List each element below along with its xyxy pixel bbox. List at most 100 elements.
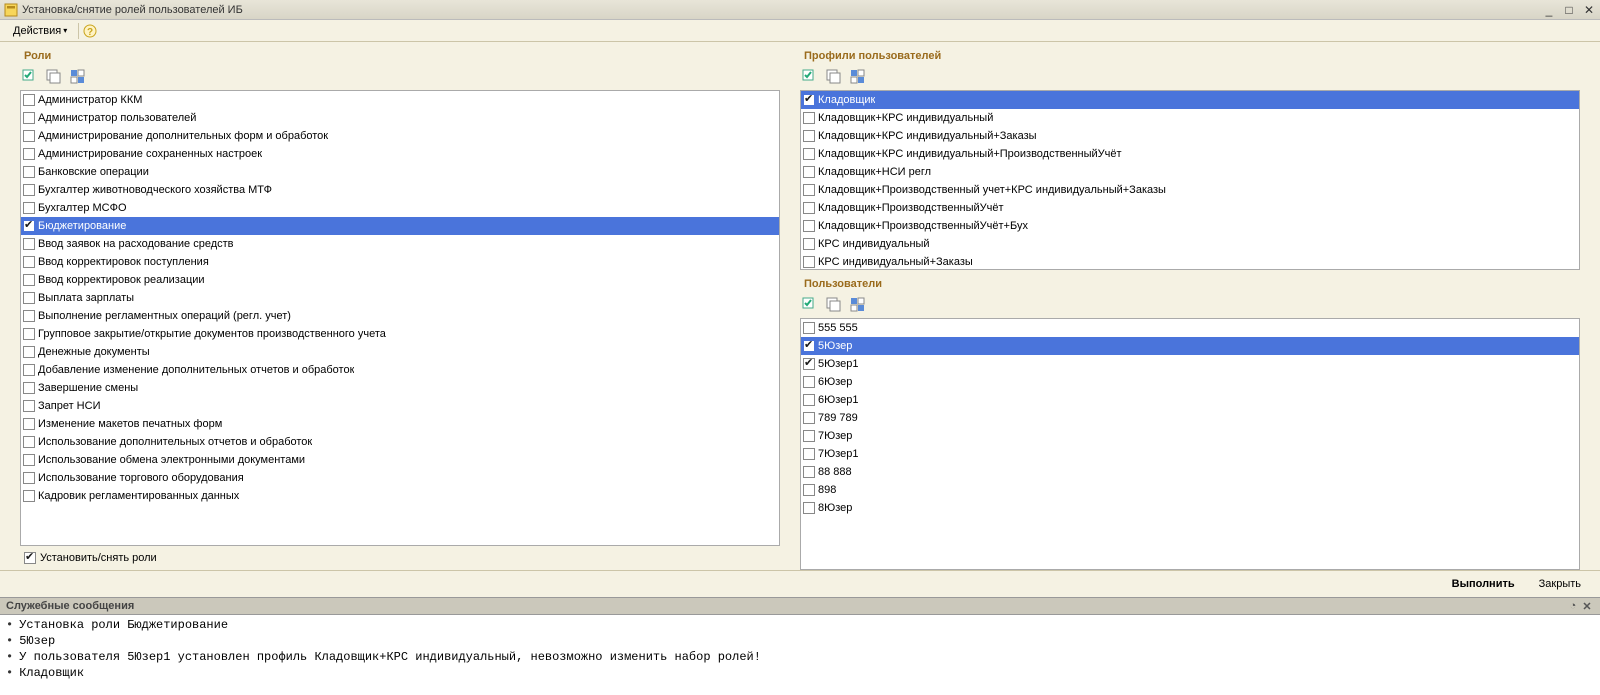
roles-list[interactable]: Администратор ККМАдминистратор пользоват… (20, 90, 780, 546)
role-checkbox[interactable] (23, 220, 35, 232)
user-row[interactable]: 6Юзер1 (801, 391, 1579, 409)
role-checkbox[interactable] (23, 292, 35, 304)
user-row[interactable]: 8Юзер (801, 499, 1579, 517)
invert-icon[interactable] (848, 68, 868, 86)
messages-gear-icon[interactable]: ◔ (1566, 600, 1580, 612)
close-icon[interactable]: ✕ (1582, 3, 1596, 17)
profile-checkbox[interactable] (803, 148, 815, 160)
profile-checkbox[interactable] (803, 112, 815, 124)
profile-row[interactable]: Кладовщик+ПроизводственныйУчёт+Бух (801, 217, 1579, 235)
role-row[interactable]: Бухгалтер животноводческого хозяйства МТ… (21, 181, 779, 199)
profile-checkbox[interactable] (803, 256, 815, 268)
role-checkbox[interactable] (23, 454, 35, 466)
role-checkbox[interactable] (23, 130, 35, 142)
users-list[interactable]: 555 5555Юзер5Юзер16Юзер6Юзер1789 7897Юзе… (800, 318, 1580, 570)
role-row[interactable]: Завершение смены (21, 379, 779, 397)
check-all-icon[interactable] (800, 68, 820, 86)
role-checkbox[interactable] (23, 166, 35, 178)
profile-checkbox[interactable] (803, 94, 815, 106)
minimize-icon[interactable]: _ (1542, 3, 1556, 17)
user-checkbox[interactable] (803, 466, 815, 478)
role-checkbox[interactable] (23, 382, 35, 394)
close-button[interactable]: Закрыть (1530, 575, 1590, 593)
role-row[interactable]: Выполнение регламентных операций (регл. … (21, 307, 779, 325)
user-row[interactable]: 898 (801, 481, 1579, 499)
user-row[interactable]: 5Юзер (801, 337, 1579, 355)
profile-row[interactable]: Кладовщик+НСИ регл (801, 163, 1579, 181)
user-checkbox[interactable] (803, 448, 815, 460)
profile-row[interactable]: Кладовщик+КРС индивидуальный+Производств… (801, 145, 1579, 163)
profile-checkbox[interactable] (803, 238, 815, 250)
profile-checkbox[interactable] (803, 202, 815, 214)
role-row[interactable]: Кадровик регламентированных данных (21, 487, 779, 505)
profile-checkbox[interactable] (803, 184, 815, 196)
role-row[interactable]: Ввод заявок на расходование средств (21, 235, 779, 253)
role-checkbox[interactable] (23, 202, 35, 214)
profile-checkbox[interactable] (803, 130, 815, 142)
role-checkbox[interactable] (23, 274, 35, 286)
role-row[interactable]: Запрет НСИ (21, 397, 779, 415)
help-icon[interactable]: ? (83, 24, 97, 38)
user-checkbox[interactable] (803, 322, 815, 334)
user-row[interactable]: 6Юзер (801, 373, 1579, 391)
invert-icon[interactable] (68, 68, 88, 86)
profile-row[interactable]: Кладовщик+КРС индивидуальный (801, 109, 1579, 127)
role-checkbox[interactable] (23, 400, 35, 412)
messages-close-icon[interactable]: ✕ (1580, 600, 1594, 613)
role-row[interactable]: Добавление изменение дополнительных отче… (21, 361, 779, 379)
role-checkbox[interactable] (23, 238, 35, 250)
role-row[interactable]: Изменение макетов печатных форм (21, 415, 779, 433)
profile-checkbox[interactable] (803, 166, 815, 178)
user-checkbox[interactable] (803, 340, 815, 352)
uncheck-all-icon[interactable] (44, 68, 64, 86)
role-checkbox[interactable] (23, 112, 35, 124)
role-row[interactable]: Использование торгового оборудования (21, 469, 779, 487)
set-roles-checkbox[interactable] (24, 552, 36, 564)
user-row[interactable]: 7Юзер (801, 427, 1579, 445)
profile-row[interactable]: Кладовщик+ПроизводственныйУчёт (801, 199, 1579, 217)
user-checkbox[interactable] (803, 412, 815, 424)
user-row[interactable]: 7Юзер1 (801, 445, 1579, 463)
user-row[interactable]: 555 555 (801, 319, 1579, 337)
role-checkbox[interactable] (23, 148, 35, 160)
role-checkbox[interactable] (23, 346, 35, 358)
role-row[interactable]: Групповое закрытие/открытие документов п… (21, 325, 779, 343)
role-row[interactable]: Администратор пользователей (21, 109, 779, 127)
profile-row[interactable]: КРС индивидуальный (801, 235, 1579, 253)
user-checkbox[interactable] (803, 358, 815, 370)
role-row[interactable]: Денежные документы (21, 343, 779, 361)
role-row[interactable]: Бухгалтер МСФО (21, 199, 779, 217)
role-row[interactable]: Администрирование сохраненных настроек (21, 145, 779, 163)
user-row[interactable]: 88 888 (801, 463, 1579, 481)
uncheck-all-icon[interactable] (824, 68, 844, 86)
role-row[interactable]: Ввод корректировок реализации (21, 271, 779, 289)
role-checkbox[interactable] (23, 94, 35, 106)
uncheck-all-icon[interactable] (824, 296, 844, 314)
actions-button[interactable]: Действия▾ (6, 23, 74, 39)
role-checkbox[interactable] (23, 184, 35, 196)
role-row[interactable]: Выплата зарплаты (21, 289, 779, 307)
profile-row[interactable]: Кладовщик (801, 91, 1579, 109)
role-row[interactable]: Банковские операции (21, 163, 779, 181)
maximize-icon[interactable]: □ (1562, 3, 1576, 17)
profile-row[interactable]: Кладовщик+КРС индивидуальный+Заказы (801, 127, 1579, 145)
profile-row[interactable]: Кладовщик+Производственный учет+КРС инди… (801, 181, 1579, 199)
role-checkbox[interactable] (23, 490, 35, 502)
user-row[interactable]: 5Юзер1 (801, 355, 1579, 373)
user-row[interactable]: 789 789 (801, 409, 1579, 427)
role-row[interactable]: Использование дополнительных отчетов и о… (21, 433, 779, 451)
profile-row[interactable]: КРС индивидуальный+Заказы (801, 253, 1579, 270)
execute-button[interactable]: Выполнить (1443, 575, 1524, 593)
profile-checkbox[interactable] (803, 220, 815, 232)
role-checkbox[interactable] (23, 310, 35, 322)
role-row[interactable]: Администрирование дополнительных форм и … (21, 127, 779, 145)
user-checkbox[interactable] (803, 484, 815, 496)
user-checkbox[interactable] (803, 502, 815, 514)
role-checkbox[interactable] (23, 436, 35, 448)
role-checkbox[interactable] (23, 328, 35, 340)
role-checkbox[interactable] (23, 472, 35, 484)
role-checkbox[interactable] (23, 256, 35, 268)
profiles-list[interactable]: КладовщикКладовщик+КРС индивидуальныйКла… (800, 90, 1580, 270)
invert-icon[interactable] (848, 296, 868, 314)
user-checkbox[interactable] (803, 430, 815, 442)
